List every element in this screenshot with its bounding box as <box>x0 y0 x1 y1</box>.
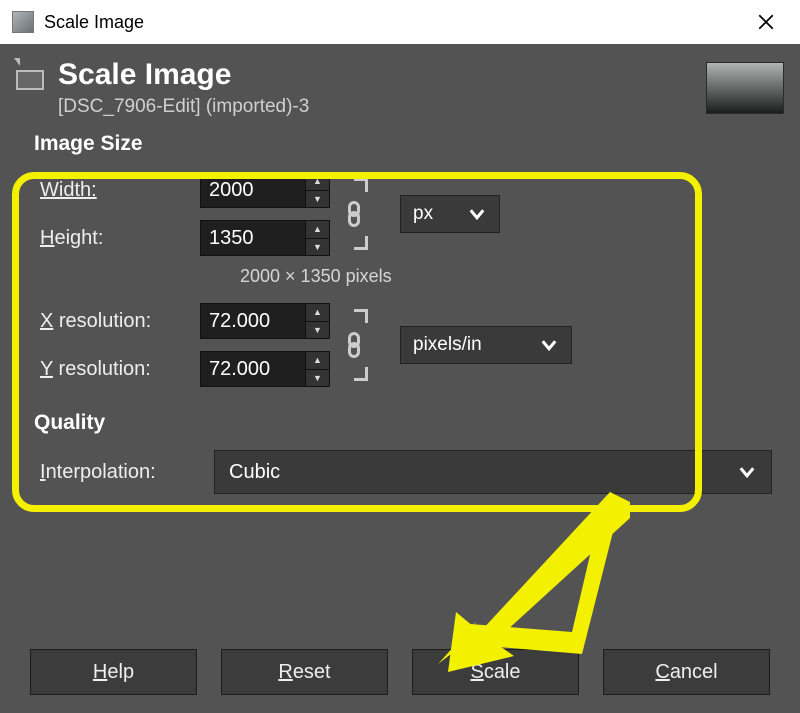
reset-button[interactable]: Reset <box>221 649 388 695</box>
height-spinbox[interactable]: ▲ ▼ <box>200 220 330 256</box>
width-input[interactable] <box>201 173 305 207</box>
dialog-header: Scale Image [DSC_7906-Edit] (imported)-3 <box>0 44 800 128</box>
height-step-up[interactable]: ▲ <box>306 221 329 238</box>
scale-button[interactable]: Scale <box>412 649 579 695</box>
dimensions-text: 2000 × 1350 pixels <box>240 266 772 287</box>
height-label: Height: <box>40 227 200 250</box>
chain-link-icon <box>344 330 364 360</box>
interpolation-label: Interpolation: <box>40 461 214 484</box>
annotation-arrow <box>420 494 640 674</box>
chevron-down-icon <box>467 204 487 224</box>
quality-title: Quality <box>34 411 772 435</box>
dialog-title: Scale Image <box>58 58 309 92</box>
titlebar: Scale Image <box>0 0 800 44</box>
chevron-down-icon <box>737 462 757 482</box>
width-step-up[interactable]: ▲ <box>306 173 329 190</box>
window-title: Scale Image <box>44 12 736 33</box>
xres-input[interactable] <box>201 304 305 338</box>
xres-spinbox[interactable]: ▲ ▼ <box>200 303 330 339</box>
size-rows: Width: ▲ ▼ Height: <box>40 166 772 262</box>
header-text: Scale Image [DSC_7906-Edit] (imported)-3 <box>58 58 309 118</box>
scale-image-icon <box>12 64 48 92</box>
size-unit-dropdown[interactable]: px <box>400 195 500 233</box>
chevron-down-icon <box>539 335 559 355</box>
yres-spinbox[interactable]: ▲ ▼ <box>200 351 330 387</box>
button-bar: Help Reset Scale Cancel <box>0 649 800 695</box>
interpolation-dropdown[interactable]: Cubic <box>214 450 772 494</box>
resolution-rows: X resolution: ▲ ▼ Y resolution: <box>40 297 772 393</box>
size-unit-value: px <box>413 203 433 225</box>
image-thumbnail <box>706 62 784 114</box>
xres-step-up[interactable]: ▲ <box>306 304 329 321</box>
cancel-button[interactable]: Cancel <box>603 649 770 695</box>
yres-step-down[interactable]: ▼ <box>306 369 329 387</box>
app-icon <box>12 11 34 33</box>
height-input[interactable] <box>201 221 305 255</box>
quality-section: Quality Interpolation: Cubic <box>0 393 800 499</box>
yres-label: Y resolution: <box>40 358 200 381</box>
xres-step-down[interactable]: ▼ <box>306 321 329 339</box>
yres-step-up[interactable]: ▲ <box>306 352 329 369</box>
dialog-subtitle: [DSC_7906-Edit] (imported)-3 <box>58 96 309 118</box>
size-chain-link[interactable] <box>330 166 378 262</box>
width-spinbox[interactable]: ▲ ▼ <box>200 172 330 208</box>
resolution-unit-dropdown[interactable]: pixels/in <box>400 326 572 364</box>
yres-input[interactable] <box>201 352 305 386</box>
xres-label: X resolution: <box>40 310 200 333</box>
width-step-down[interactable]: ▼ <box>306 190 329 208</box>
interpolation-value: Cubic <box>229 461 280 484</box>
width-label: Width: <box>40 179 200 202</box>
scale-image-dialog: Scale Image Scale Image [DSC_7906-Edit] … <box>0 0 800 713</box>
help-button[interactable]: Help <box>30 649 197 695</box>
resolution-unit-value: pixels/in <box>413 334 482 356</box>
dialog-body: Scale Image [DSC_7906-Edit] (imported)-3… <box>0 44 800 713</box>
chain-link-icon <box>344 199 364 229</box>
image-size-section: Image Size Width: ▲ ▼ <box>0 132 800 393</box>
image-size-title: Image Size <box>34 132 772 156</box>
height-step-down[interactable]: ▼ <box>306 238 329 256</box>
resolution-chain-link[interactable] <box>330 297 378 393</box>
close-button[interactable] <box>736 0 796 44</box>
